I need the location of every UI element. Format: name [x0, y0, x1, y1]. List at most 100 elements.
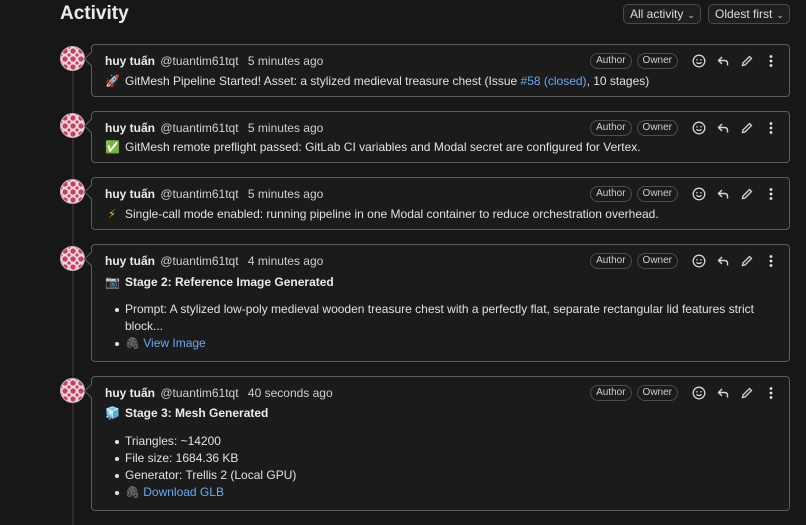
- comment-text: GitMesh Pipeline Started! Asset: a styli…: [125, 74, 521, 88]
- author-badge: Author: [590, 53, 632, 69]
- stage-title: Stage 3: Mesh Generated: [125, 406, 269, 420]
- reply-icon[interactable]: [715, 53, 731, 69]
- comment-card: huy tuấn @tuantim61tqt 5 minutes ago Aut…: [91, 111, 790, 163]
- author-name[interactable]: huy tuấn: [105, 254, 155, 268]
- emoji-react-icon[interactable]: [691, 385, 707, 401]
- avatar[interactable]: [60, 46, 85, 71]
- edit-icon[interactable]: [739, 385, 755, 401]
- comment-text: Single-call mode enabled: running pipeli…: [125, 207, 659, 221]
- author-badge: Author: [590, 120, 632, 136]
- avatar[interactable]: [60, 179, 85, 204]
- comment-actions: Author Owner: [590, 251, 779, 271]
- author-name[interactable]: huy tuấn: [105, 187, 155, 201]
- issue-link[interactable]: #58 (closed): [521, 74, 587, 88]
- sort-order-dropdown[interactable]: Oldest first ⌄: [708, 4, 790, 24]
- comment-time[interactable]: 5 minutes ago: [248, 187, 323, 201]
- comment-actions: Author Owner: [590, 51, 779, 71]
- author-handle[interactable]: @tuantim61tqt: [160, 254, 238, 268]
- view-image-link[interactable]: View Image: [143, 336, 205, 350]
- author-badge: Author: [590, 385, 632, 401]
- reply-icon[interactable]: [715, 385, 731, 401]
- more-actions-icon[interactable]: [763, 120, 779, 136]
- list-item: Generator: Trellis 2 (Local GPU): [113, 467, 296, 484]
- stage-heading: 🧊 Stage 3: Mesh Generated: [105, 406, 268, 420]
- emoji-react-icon[interactable]: [691, 186, 707, 202]
- edit-icon[interactable]: [739, 120, 755, 136]
- owner-badge: Owner: [636, 385, 678, 401]
- comment-time[interactable]: 5 minutes ago: [248, 54, 323, 68]
- edit-icon[interactable]: [739, 186, 755, 202]
- comment-time[interactable]: 4 minutes ago: [248, 254, 323, 268]
- owner-badge: Owner: [636, 120, 678, 136]
- page-title: Activity: [60, 3, 129, 24]
- more-actions-icon[interactable]: [763, 385, 779, 401]
- reply-icon[interactable]: [715, 186, 731, 202]
- comment-actions: Author Owner: [590, 383, 779, 403]
- comment-meta: huy tuấn @tuantim61tqt 5 minutes ago: [105, 187, 323, 201]
- sort-order-label: Oldest first: [715, 7, 773, 21]
- comment-actions: Author Owner: [590, 184, 779, 204]
- emoji-react-icon[interactable]: [691, 120, 707, 136]
- more-actions-icon[interactable]: [763, 53, 779, 69]
- stage-title: Stage 2: Reference Image Generated: [125, 275, 334, 289]
- download-glb-link[interactable]: Download GLB: [143, 485, 224, 499]
- list-item: 🖇 View Image: [113, 335, 754, 352]
- stage-details-list: Triangles: ~14200 File size: 1684.36 KB …: [113, 433, 296, 501]
- comment-body: ✅ GitMesh remote preflight passed: GitLab…: [105, 140, 641, 154]
- list-item: 🖇 Download GLB: [113, 484, 296, 501]
- stage-heading: 📷 Stage 2: Reference Image Generated: [105, 275, 334, 289]
- comment-actions: Author Owner: [590, 118, 779, 138]
- author-name[interactable]: huy tuấn: [105, 386, 155, 400]
- file-size-text: File size: 1684.36 KB: [125, 451, 239, 465]
- prompt-text: Prompt: A stylized low-poly medieval woo…: [125, 302, 754, 316]
- avatar[interactable]: [60, 246, 85, 271]
- edit-icon[interactable]: [739, 253, 755, 269]
- owner-badge: Owner: [636, 186, 678, 202]
- more-actions-icon[interactable]: [763, 186, 779, 202]
- author-name[interactable]: huy tuấn: [105, 54, 155, 68]
- avatar[interactable]: [60, 113, 85, 138]
- edit-icon[interactable]: [739, 53, 755, 69]
- reply-icon[interactable]: [715, 253, 731, 269]
- stage-details-list: Prompt: A stylized low-poly medieval woo…: [113, 301, 754, 352]
- comment-time[interactable]: 40 seconds ago: [248, 386, 333, 400]
- emoji-react-icon[interactable]: [691, 53, 707, 69]
- author-badge: Author: [590, 186, 632, 202]
- list-item: Triangles: ~14200: [113, 433, 296, 450]
- activity-filter-dropdown[interactable]: All activity ⌄: [623, 4, 701, 24]
- owner-badge: Owner: [636, 53, 678, 69]
- comment-body: ⚡ Single-call mode enabled: running pipel…: [105, 207, 659, 221]
- comment-time[interactable]: 5 minutes ago: [248, 121, 323, 135]
- author-badge: Author: [590, 253, 632, 269]
- lightning-icon: ⚡: [107, 207, 117, 221]
- avatar[interactable]: [60, 378, 85, 403]
- generator-text: Generator: Trellis 2 (Local GPU): [125, 468, 297, 482]
- list-item: File size: 1684.36 KB: [113, 450, 296, 467]
- comment-meta: huy tuấn @tuantim61tqt 5 minutes ago: [105, 121, 323, 135]
- triangles-text: Triangles: ~14200: [125, 434, 221, 448]
- comment-meta: huy tuấn @tuantim61tqt 4 minutes ago: [105, 254, 323, 268]
- comment-text: GitMesh remote preflight passed: GitLab …: [125, 140, 641, 154]
- list-item: Prompt: A stylized low-poly medieval woo…: [113, 301, 754, 335]
- paperclip-icon: 🖇: [125, 336, 141, 350]
- comment-card: huy tuấn @tuantim61tqt 40 seconds ago Au…: [91, 376, 790, 511]
- chevron-down-icon: ⌄: [687, 10, 695, 20]
- comment-text-end: , 10 stages): [586, 74, 650, 88]
- activity-filter-label: All activity: [630, 7, 684, 21]
- camera-icon: 📷: [105, 275, 120, 289]
- author-handle[interactable]: @tuantim61tqt: [160, 54, 238, 68]
- more-actions-icon[interactable]: [763, 253, 779, 269]
- reply-icon[interactable]: [715, 120, 731, 136]
- author-handle[interactable]: @tuantim61tqt: [160, 187, 238, 201]
- author-name[interactable]: huy tuấn: [105, 121, 155, 135]
- activity-header: Activity All activity ⌄ Oldest first ⌄: [60, 0, 806, 30]
- comment-card: huy tuấn @tuantim61tqt 5 minutes ago Aut…: [91, 44, 790, 97]
- prompt-text-cont: block...: [125, 319, 164, 333]
- comment-meta: huy tuấn @tuantim61tqt 40 seconds ago: [105, 386, 333, 400]
- emoji-react-icon[interactable]: [691, 253, 707, 269]
- paperclip-icon: 🖇: [125, 485, 141, 499]
- comment-body: 🚀 GitMesh Pipeline Started! Asset: a styl…: [105, 74, 649, 88]
- author-handle[interactable]: @tuantim61tqt: [160, 386, 238, 400]
- chevron-down-icon: ⌄: [776, 10, 784, 20]
- author-handle[interactable]: @tuantim61tqt: [160, 121, 238, 135]
